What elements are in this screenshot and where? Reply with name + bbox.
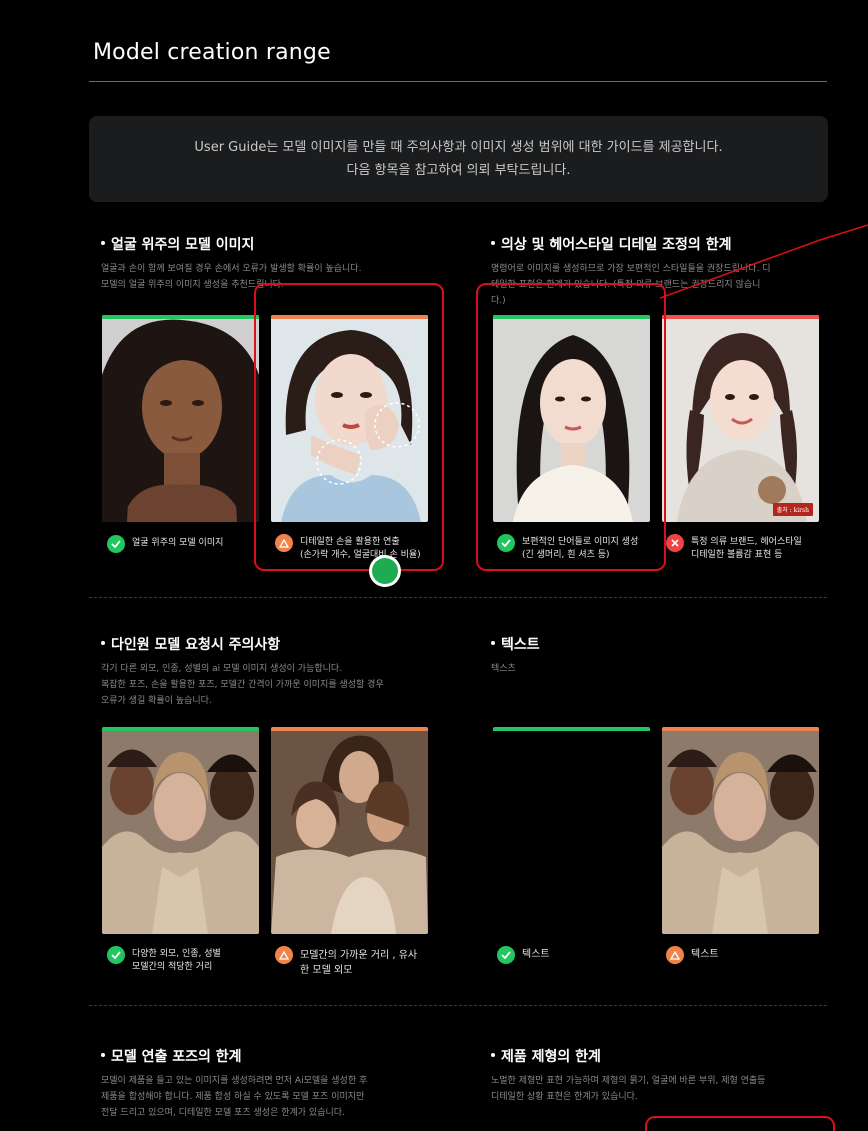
guide-line-1: User Guide는 모델 이미지를 만들 때 주의사항과 이미지 생성 범위… <box>194 140 723 155</box>
section-divider-1 <box>89 597 827 598</box>
multi-photo-warn <box>271 727 428 934</box>
face-photo-good <box>102 315 259 522</box>
caption-text-warn: 텍스트 <box>666 946 719 964</box>
warning-icon <box>666 946 684 964</box>
section-title-product: 제품 제형의 한계 <box>491 1046 601 1066</box>
section-title-multi: 다인원 모델 요청시 주의사항 <box>101 634 280 654</box>
section-desc-pose: 모델이 제품을 들고 있는 이미지를 생성하려면 먼저 Ai모델을 생성한 후제… <box>101 1076 368 1118</box>
guide-line-2: 다음 항목을 참고하여 의뢰 부탁드립니다. <box>346 163 571 178</box>
section-desc-product: 노멀한 제형만 표현 가능하며 제형의 묽기, 얼굴에 바른 부위, 제형 연출… <box>491 1076 766 1102</box>
check-icon <box>107 535 125 553</box>
section-desc-multi: 각기 다른 외모, 인종, 성별의 ai 모델 이미지 생성이 가능합니다. 복잡… <box>101 664 384 706</box>
highlight-box-product <box>645 1116 835 1131</box>
title-divider <box>89 81 827 82</box>
clothing-photo-bad: 출처 : kirsh <box>662 315 819 522</box>
section-title-pose: 모델 연출 포즈의 한계 <box>101 1046 242 1066</box>
highlight-box-face <box>254 283 444 571</box>
check-icon <box>497 946 515 964</box>
caption-multi-good: 다양한 외모, 인종, 성별 모델간의 적당한 거리 <box>107 946 221 974</box>
caption-face-good: 얼굴 위주의 모델 이미지 <box>107 535 223 553</box>
page-title: Model creation range <box>93 40 331 65</box>
caption-clothing-bad: 특정 의류 브랜드, 헤어스타일 디테일한 볼륨감 표현 등 <box>666 534 802 562</box>
close-icon <box>666 534 684 552</box>
section-title-face: 얼굴 위주의 모델 이미지 <box>101 234 254 254</box>
section-title-text: 텍스트 <box>491 634 540 654</box>
check-icon <box>107 946 125 964</box>
text-photo-warn <box>662 727 819 934</box>
caption-multi-warn: 모델간의 가까운 거리 , 유사 한 모델 외모 <box>275 946 417 978</box>
section-divider-2 <box>89 1005 827 1006</box>
source-tag: 출처 : kirsh <box>772 503 813 516</box>
multi-photo-good <box>102 727 259 934</box>
highlight-box-clothing <box>476 283 666 571</box>
caption-text-good: 텍스트 <box>497 946 550 964</box>
user-guide-box: User Guide는 모델 이미지를 만들 때 주의사항과 이미지 생성 범위… <box>89 116 828 202</box>
section-desc-text: 텍스츠 <box>491 664 516 674</box>
drag-handle[interactable] <box>369 555 401 587</box>
annotation-line <box>660 224 868 299</box>
warning-icon <box>275 946 293 964</box>
text-photo-empty <box>493 727 650 934</box>
